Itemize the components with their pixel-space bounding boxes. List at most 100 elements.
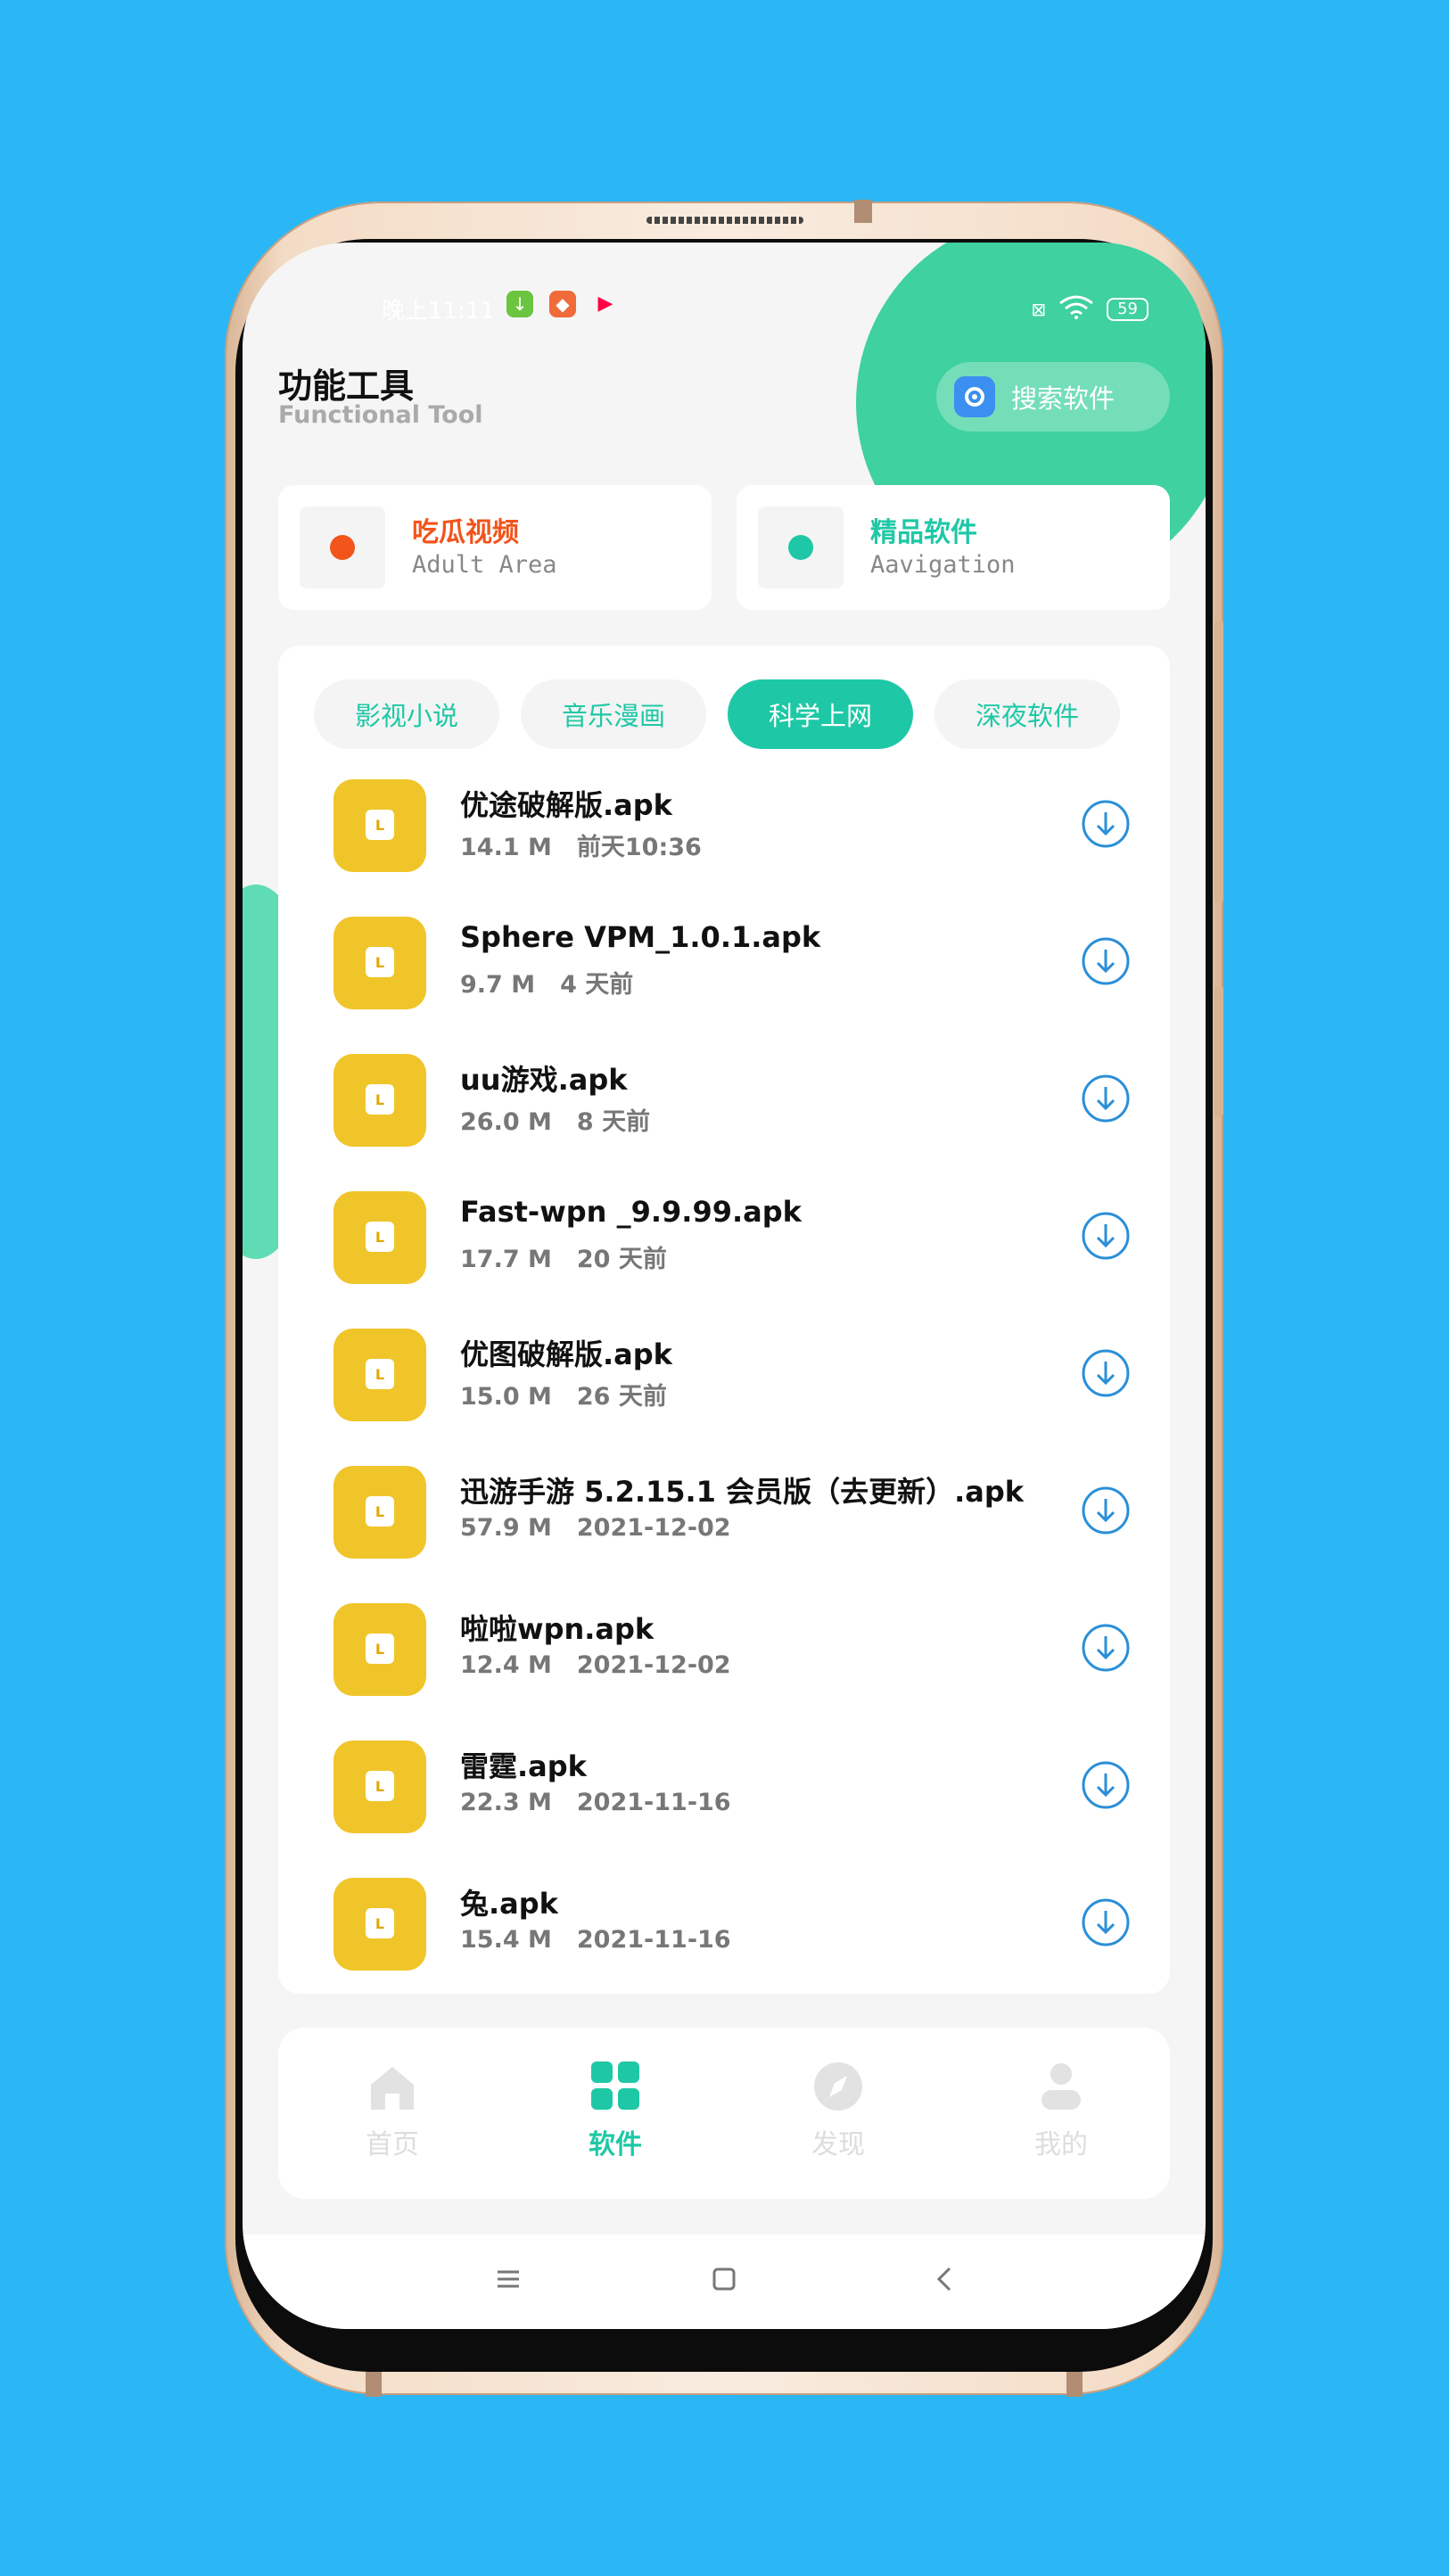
card-adult-area[interactable]: 吃瓜视频 Adult Area bbox=[278, 485, 712, 610]
file-name: uu游戏.apk bbox=[460, 1063, 628, 1097]
search-button[interactable]: 搜索软件 bbox=[936, 362, 1170, 432]
file-meta: 26.0 M 8 天前 bbox=[460, 1102, 650, 1137]
nav-discover[interactable]: 发现 bbox=[780, 2062, 896, 2161]
file-row[interactable]: L 优图破解版.apk 15.0 M 26 天前 bbox=[278, 1329, 1170, 1466]
home-square-icon[interactable] bbox=[706, 2261, 742, 2297]
tab-vpn[interactable]: 科学上网 bbox=[728, 679, 913, 749]
apk-icon-letter: L bbox=[366, 1222, 394, 1252]
file-meta: 57.9 M 2021-12-02 bbox=[460, 1514, 731, 1542]
file-row[interactable]: L 雷霆.apk 22.3 M 2021-11-16 bbox=[278, 1741, 1170, 1878]
file-size: 15.0 M bbox=[460, 1383, 552, 1411]
file-meta: 14.1 M 前天10:36 bbox=[460, 827, 702, 862]
file-meta: 15.0 M 26 天前 bbox=[460, 1377, 667, 1411]
tab-music-comics[interactable]: 音乐漫画 bbox=[521, 679, 706, 749]
apk-icon-letter: L bbox=[366, 1634, 394, 1664]
file-meta: 9.7 M 4 天前 bbox=[460, 965, 633, 1000]
card-icon-box bbox=[300, 506, 385, 588]
back-icon[interactable] bbox=[927, 2261, 963, 2297]
apk-icon-letter: L bbox=[366, 1084, 394, 1115]
apps-grid-icon bbox=[591, 2062, 639, 2110]
apk-icon-letter: L bbox=[366, 947, 394, 977]
tab-movies-novels[interactable]: 影视小说 bbox=[314, 679, 499, 749]
user-icon bbox=[1041, 2063, 1081, 2110]
apk-file-icon: L bbox=[333, 1329, 426, 1421]
file-size: 26.0 M bbox=[460, 1108, 552, 1136]
file-row[interactable]: L 啦啦wpn.apk 12.4 M 2021-12-02 bbox=[278, 1603, 1170, 1741]
file-list-panel: 影视小说 音乐漫画 科学上网 深夜软件 L 优途破解版.apk 14.1 M 前天10… bbox=[278, 646, 1170, 1994]
nav-profile[interactable]: 我的 bbox=[1003, 2062, 1119, 2161]
file-date: 20 天前 bbox=[576, 1246, 667, 1273]
apk-icon-letter: L bbox=[366, 1908, 394, 1938]
file-date: 26 天前 bbox=[576, 1383, 667, 1411]
apk-file-icon: L bbox=[333, 1878, 426, 1971]
file-size: 57.9 M bbox=[460, 1514, 552, 1542]
file-date: 前天10:36 bbox=[576, 834, 702, 861]
nav-home[interactable]: 首页 bbox=[334, 2062, 450, 2161]
phone-speaker bbox=[646, 217, 803, 224]
file-size: 15.4 M bbox=[460, 1926, 552, 1954]
download-icon[interactable] bbox=[1081, 1623, 1131, 1673]
play-notification-icon: ▶ bbox=[597, 292, 613, 315]
bottom-nav: 首页 软件 发现 我的 bbox=[278, 2028, 1170, 2199]
file-name: 雷霆.apk bbox=[460, 1749, 587, 1783]
apk-file-icon: L bbox=[333, 1741, 426, 1833]
file-size: 22.3 M bbox=[460, 1789, 552, 1816]
file-name: Sphere VPM_1.0.1.apk bbox=[460, 920, 821, 954]
file-row[interactable]: Luu游戏.apk 26.0 M 8 天前 bbox=[278, 1054, 1170, 1191]
download-icon[interactable] bbox=[1081, 1074, 1131, 1123]
apk-file-icon: L bbox=[333, 1191, 426, 1284]
file-date: 4 天前 bbox=[560, 971, 634, 999]
file-row[interactable]: L Fast-wpn _9.9.99.apk 17.7 M 20 天前 bbox=[278, 1191, 1170, 1329]
file-meta: 22.3 M 2021-11-16 bbox=[460, 1789, 731, 1816]
wifi-icon bbox=[1058, 294, 1094, 324]
apk-icon-letter: L bbox=[366, 810, 394, 840]
nav-software-label: 软件 bbox=[589, 2129, 642, 2160]
download-icon[interactable] bbox=[1081, 1486, 1131, 1535]
apk-file-icon: L bbox=[333, 779, 426, 872]
file-row[interactable]: L 优途破解版.apk 14.1 M 前天10:36 bbox=[278, 779, 1170, 917]
download-icon[interactable] bbox=[1081, 1760, 1131, 1810]
page-title: 功能工具 bbox=[278, 366, 415, 406]
nav-home-label: 首页 bbox=[366, 2129, 419, 2160]
page-subtitle: Functional Tool bbox=[278, 401, 483, 429]
phone-bottom-notch-right bbox=[1066, 2372, 1083, 2397]
download-icon[interactable] bbox=[1081, 1897, 1131, 1947]
menu-icon[interactable] bbox=[490, 2261, 526, 2297]
card-icon-box bbox=[758, 506, 844, 588]
card-title: 精品软件 bbox=[870, 517, 977, 548]
nav-software[interactable]: 软件 bbox=[557, 2062, 673, 2161]
sim-icon: ⊠ bbox=[1031, 298, 1047, 320]
download-icon[interactable] bbox=[1081, 799, 1131, 849]
download-icon[interactable] bbox=[1081, 1348, 1131, 1398]
file-row[interactable]: L Sphere VPM_1.0.1.apk 9.7 M 4 天前 bbox=[278, 917, 1170, 1054]
file-name: 啦啦wpn.apk bbox=[460, 1612, 655, 1646]
card-navigation[interactable]: 精品软件 Aavigation bbox=[737, 485, 1170, 610]
file-size: 17.7 M bbox=[460, 1246, 552, 1273]
file-row[interactable]: L 兔.apk 15.4 M 2021-11-16 bbox=[278, 1878, 1170, 1979]
tab-late-night[interactable]: 深夜软件 bbox=[934, 679, 1120, 749]
phone-top-button bbox=[854, 200, 872, 223]
orange-dot-icon bbox=[330, 535, 355, 560]
file-name: 优途破解版.apk bbox=[460, 788, 672, 822]
apk-icon-letter: L bbox=[366, 1496, 394, 1527]
file-name: 兔.apk bbox=[460, 1887, 558, 1921]
status-bar: 晚上11:11 ↓ ◆ ▶ ⊠ 59 bbox=[243, 289, 1206, 325]
download-icon[interactable] bbox=[1081, 1211, 1131, 1261]
app-notification-icon: ◆ bbox=[549, 291, 576, 317]
file-size: 12.4 M bbox=[460, 1651, 552, 1679]
file-row[interactable]: L 迅游手游 5.2.15.1 会员版（去更新）.apk 57.9 M 2021-12… bbox=[278, 1466, 1170, 1603]
file-meta: 12.4 M 2021-12-02 bbox=[460, 1651, 731, 1679]
status-time: 晚上11:11 bbox=[382, 298, 495, 325]
file-date: 2021-12-02 bbox=[576, 1514, 731, 1542]
file-list: L 优途破解版.apk 14.1 M 前天10:36 L Sphere VPM_1.0.1… bbox=[278, 779, 1170, 1979]
download-icon[interactable] bbox=[1081, 936, 1131, 986]
file-date: 2021-11-16 bbox=[576, 1789, 731, 1816]
system-nav-bar bbox=[243, 2234, 1206, 2329]
home-icon bbox=[371, 2067, 414, 2110]
teal-dot-icon bbox=[788, 535, 813, 560]
phone-bottom-notch-left bbox=[366, 2372, 382, 2397]
phone-power-button bbox=[1214, 986, 1223, 1116]
file-name: 迅游手游 5.2.15.1 会员版（去更新）.apk bbox=[460, 1475, 1025, 1509]
file-date: 8 天前 bbox=[576, 1108, 651, 1136]
file-date: 2021-11-16 bbox=[576, 1926, 731, 1954]
